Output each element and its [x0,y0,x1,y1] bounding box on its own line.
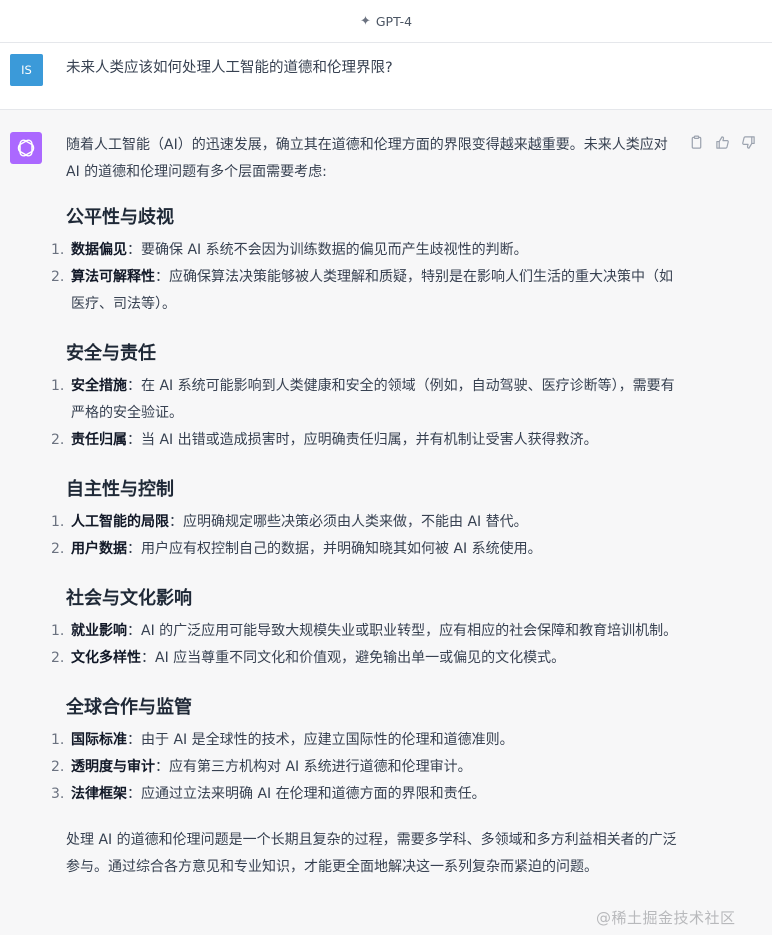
list-item-term: 法律框架 [71,786,127,802]
list-number: 2. [51,432,65,448]
assistant-message-content: 随着人工智能（AI）的迅速发展，确立其在道德和伦理方面的界限变得越来越重要。未来… [51,132,678,881]
section-heading: 自主性与控制 [66,479,174,500]
list-item-text: ：在 AI 系统可能影响到人类健康和安全的领域（例如，自动驾驶、医疗诊断等），需… [71,378,675,421]
list-item: 3. 法律框架：应通过立法来明确 AI 在伦理和道德方面的界限和责任。 [51,781,678,808]
section-list: 1. 就业影响：AI 的广泛应用可能导致大规模失业或职业转型，应有相应的社会保障和… [51,618,678,672]
message-actions [688,134,757,151]
model-label: GPT-4 [375,13,413,29]
chatgpt-logo-icon [10,132,42,164]
list-item-term: 透明度与审计 [71,759,155,775]
copy-icon[interactable] [688,134,705,151]
section-list: 1. 数据偏见：要确保 AI 系统不会因为训练数据的偏见而产生歧视性的判断。 2.… [51,237,678,318]
section-list: 1. 人工智能的局限：应明确规定哪些决策必须由人类来做，不能由 AI 替代。 2.… [51,509,678,563]
list-item-term: 数据偏见 [71,242,127,258]
list-item-text: ：应有第三方机构对 AI 系统进行道德和伦理审计。 [155,759,472,775]
list-item-text: ：应明确规定哪些决策必须由人类来做，不能由 AI 替代。 [169,514,528,530]
list-number: 1. [51,732,65,748]
list-item-text: ：要确保 AI 系统不会因为训练数据的偏见而产生歧视性的判断。 [127,242,528,258]
sparkle-icon: ✦ [359,13,371,29]
list-item-term: 国际标准 [71,732,127,748]
list-number: 1. [51,623,65,639]
assistant-message-row: 随着人工智能（AI）的迅速发展，确立其在道德和伦理方面的界限变得越来越重要。未来… [0,110,772,935]
list-item: 1. 就业影响：AI 的广泛应用可能导致大规模失业或职业转型，应有相应的社会保障和… [51,618,678,645]
list-item: 1. 人工智能的局限：应明确规定哪些决策必须由人类来做，不能由 AI 替代。 [51,509,678,536]
list-item-text: ：AI 的广泛应用可能导致大规模失业或职业转型，应有相应的社会保障和教育培训机制… [127,623,678,639]
list-item: 2. 责任归属：当 AI 出错或造成损害时，应明确责任归属，并有机制让受害人获得救… [51,427,678,454]
model-header: ✦ GPT-4 [0,0,772,43]
thumbs-down-icon[interactable] [740,134,757,151]
list-item-text: ：应确保算法决策能够被人类理解和质疑，特别是在影响人们生活的重大决策中（如医疗、… [71,269,673,312]
list-item-text: ：当 AI 出错或造成损害时，应明确责任归属，并有机制让受害人获得救济。 [127,432,598,448]
list-item-term: 责任归属 [71,432,127,448]
list-item: 2. 用户数据：用户应有权控制自己的数据，并明确知晓其如何被 AI 系统使用。 [51,536,678,563]
list-item-text: ：应通过立法来明确 AI 在伦理和道德方面的界限和责任。 [127,786,486,802]
watermark: @稀土掘金技术社区 [596,909,736,927]
conclusion-paragraph: 处理 AI 的道德和伦理问题是一个长期且复杂的过程，需要多学科、多领域和多方利益… [66,832,677,875]
section-heading: 全球合作与监管 [66,697,192,718]
list-number: 2. [51,541,65,557]
list-item: 1. 国际标准：由于 AI 是全球性的技术，应建立国际性的伦理和道德准则。 [51,727,678,754]
list-item-term: 用户数据 [71,541,127,557]
list-item-term: 就业影响 [71,623,127,639]
list-item: 2. 文化多样性：AI 应当尊重不同文化和价值观，避免输出单一或偏见的文化模式。 [51,645,678,672]
list-item-term: 安全措施 [71,378,127,394]
list-item: 1. 安全措施：在 AI 系统可能影响到人类健康和安全的领域（例如，自动驾驶、医疗… [51,373,678,427]
user-message-row: IS 未来人类应该如何处理人工智能的道德和伦理界限? [0,43,772,110]
list-number: 1. [51,378,65,394]
thumbs-up-icon[interactable] [714,134,731,151]
list-item: 2. 算法可解释性：应确保算法决策能够被人类理解和质疑，特别是在影响人们生活的重大… [51,264,678,318]
section-heading: 公平性与歧视 [66,207,174,228]
intro-paragraph: 随着人工智能（AI）的迅速发展，确立其在道德和伦理方面的界限变得越来越重要。未来… [66,137,668,180]
list-item-text: ：用户应有权控制自己的数据，并明确知晓其如何被 AI 系统使用。 [127,541,542,557]
section-heading: 社会与文化影响 [66,588,192,609]
list-item-term: 人工智能的局限 [71,514,169,530]
list-item: 2. 透明度与审计：应有第三方机构对 AI 系统进行道德和伦理审计。 [51,754,678,781]
list-number: 3. [51,786,65,802]
list-number: 2. [51,269,65,285]
list-item-text: ：AI 应当尊重不同文化和价值观，避免输出单一或偏见的文化模式。 [141,650,566,666]
section-list: 1. 安全措施：在 AI 系统可能影响到人类健康和安全的领域（例如，自动驾驶、医疗… [51,373,678,454]
user-message-text: 未来人类应该如何处理人工智能的道德和伦理界限? [66,60,393,76]
list-number: 1. [51,242,65,258]
list-number: 2. [51,650,65,666]
section-list: 1. 国际标准：由于 AI 是全球性的技术，应建立国际性的伦理和道德准则。 2. 透… [51,727,678,808]
list-number: 1. [51,514,65,530]
list-item-text: ：由于 AI 是全球性的技术，应建立国际性的伦理和道德准则。 [127,732,514,748]
list-number: 2. [51,759,65,775]
user-avatar: IS [10,54,43,86]
list-item: 1. 数据偏见：要确保 AI 系统不会因为训练数据的偏见而产生歧视性的判断。 [51,237,678,264]
section-heading: 安全与责任 [66,343,156,364]
list-item-term: 文化多样性 [71,650,141,666]
list-item-term: 算法可解释性 [71,269,155,285]
